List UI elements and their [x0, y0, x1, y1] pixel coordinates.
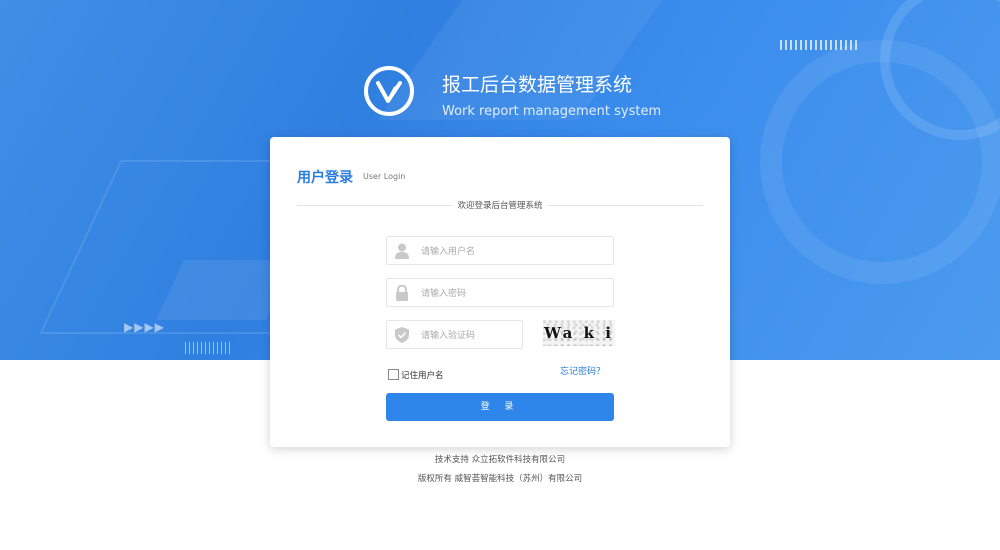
background-decoration	[780, 40, 860, 50]
user-icon	[395, 243, 409, 259]
app-subtitle: Work report management system	[442, 104, 662, 119]
login-card: 用户登录 User Login 欢迎登录后台管理系统 请输入用户名 请输入验证码…	[270, 137, 730, 447]
login-subtitle: User Login	[363, 172, 406, 181]
username-field[interactable]	[386, 236, 614, 266]
username-input[interactable]	[419, 237, 603, 266]
login-title: 用户登录	[297, 170, 353, 186]
password-field[interactable]	[386, 278, 614, 308]
tech-support-text: 技术支持 众立拓软件科技有限公司	[434, 455, 566, 465]
brand-header: 报工后台数据管理系统 Work report management system	[364, 66, 664, 128]
lock-icon	[395, 284, 409, 301]
welcome-text: 欢迎登录后台管理系统	[457, 201, 543, 211]
shield-icon	[395, 327, 409, 343]
password-input[interactable]	[419, 279, 603, 308]
captcha-field[interactable]	[386, 320, 523, 350]
app-title: 报工后台数据管理系统	[442, 74, 633, 96]
remember-checkbox[interactable]	[388, 369, 399, 380]
v-logo-icon	[364, 66, 414, 116]
captcha-image[interactable]: Wa k i	[543, 320, 615, 346]
remember-label: 记住用户名	[401, 370, 444, 381]
captcha-input[interactable]	[419, 321, 523, 350]
remember-username[interactable]: 记住用户名	[388, 364, 444, 381]
login-button[interactable]: 登 录	[386, 393, 614, 421]
welcome-divider: 欢迎登录后台管理系统	[297, 199, 703, 211]
copyright-text: 版权所有 威智荟智能科技（苏州）有限公司	[417, 474, 583, 484]
arrows-decoration: ▶▶▶▶	[124, 320, 165, 334]
forgot-password-link[interactable]: 忘记密码？	[560, 364, 605, 377]
background-decoration	[185, 342, 230, 354]
